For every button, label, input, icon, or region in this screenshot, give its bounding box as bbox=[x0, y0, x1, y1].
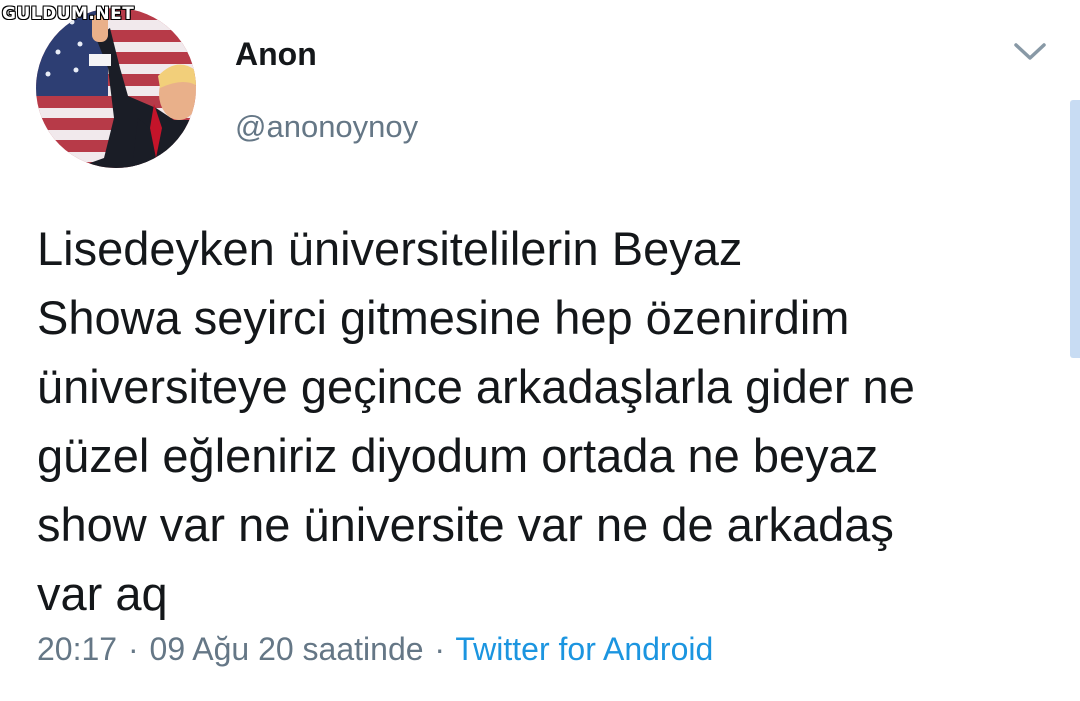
tweet-date: 09 Ağu 20 saatinde bbox=[149, 631, 424, 667]
tweet-time: 20:17 bbox=[37, 631, 118, 667]
user-handle[interactable]: @anonoynoy bbox=[235, 107, 418, 147]
chevron-down-icon[interactable] bbox=[1010, 36, 1050, 66]
scrollbar[interactable] bbox=[1070, 100, 1080, 358]
meta-separator: · bbox=[434, 631, 446, 667]
tweet-text: Lisedeyken üniversitelilerin Beyaz Showa… bbox=[37, 222, 915, 620]
display-name[interactable]: Anon bbox=[235, 34, 317, 74]
meta-separator: · bbox=[127, 631, 139, 667]
tweet-source-link[interactable]: Twitter for Android bbox=[455, 631, 713, 667]
avatar[interactable] bbox=[36, 8, 196, 168]
tweet-meta: 20:17 · 09 Ağu 20 saatinde · Twitter for… bbox=[37, 627, 713, 671]
profile-photo-icon bbox=[36, 8, 196, 168]
site-watermark: GULDUM.NET bbox=[2, 4, 135, 24]
